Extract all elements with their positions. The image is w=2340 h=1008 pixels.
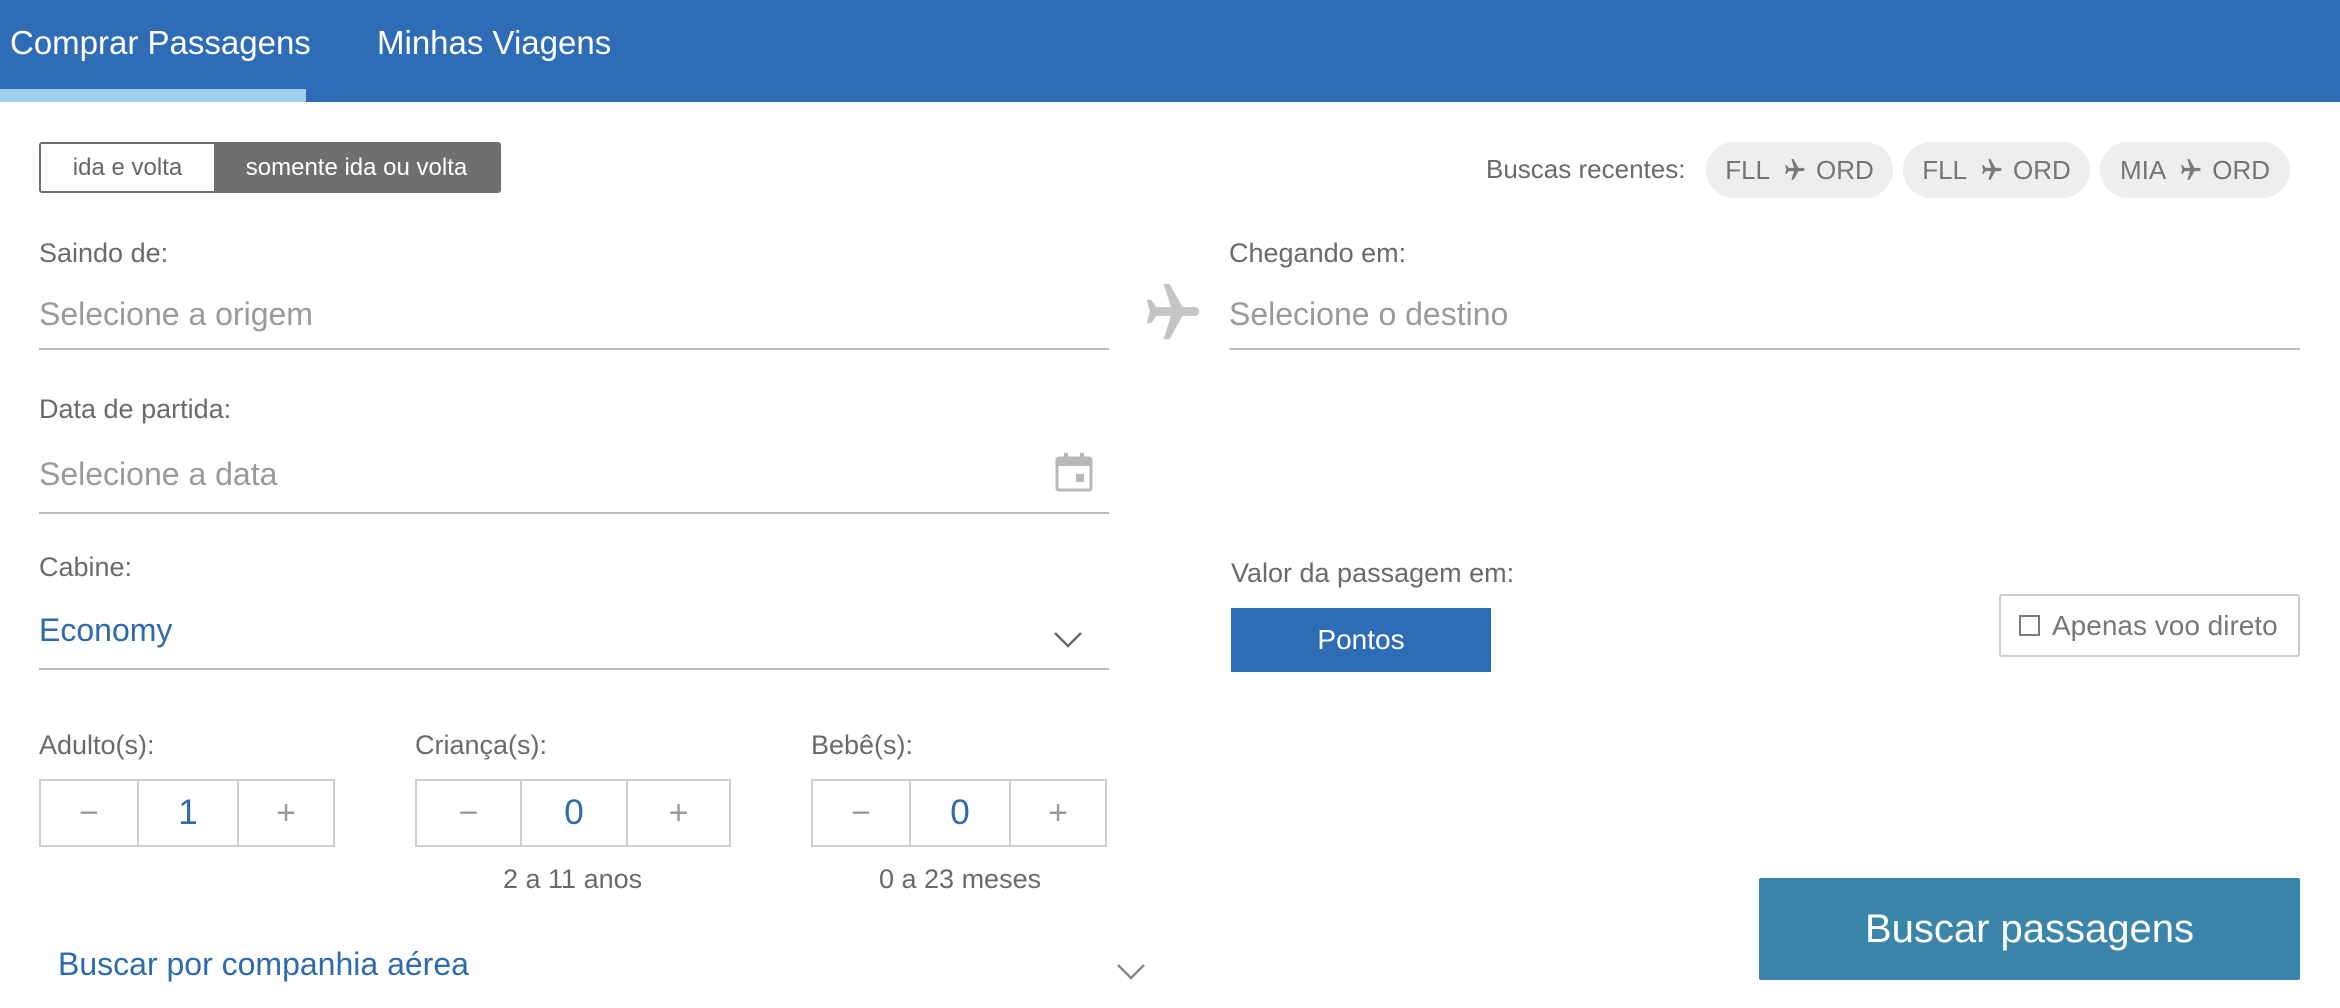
recent-search-from: MIA xyxy=(2119,154,2167,185)
cabin-selected-value: Economy xyxy=(39,612,173,648)
origin-label: Saindo de: xyxy=(39,238,169,268)
children-increment-button[interactable]: + xyxy=(628,781,729,845)
plane-icon xyxy=(1982,159,2002,180)
infants-stepper: − 0 + xyxy=(811,779,1107,847)
departure-date-field xyxy=(39,436,1109,514)
infants-count: 0 xyxy=(909,781,1011,845)
cabin-label: Cabine: xyxy=(39,552,133,582)
plane-icon xyxy=(2181,159,2201,180)
chevron-down-icon xyxy=(1054,632,1082,648)
top-nav: Comprar Passagens Minhas Viagens xyxy=(0,0,2340,102)
plane-icon xyxy=(1785,159,1805,180)
cabin-select[interactable]: Economy xyxy=(39,596,1109,670)
origin-input[interactable] xyxy=(39,280,1109,348)
recent-search-chip[interactable]: MIA ORD xyxy=(2100,142,2290,198)
adults-count: 1 xyxy=(137,781,239,845)
departure-date-input[interactable] xyxy=(39,436,1109,512)
recent-search-from: FLL xyxy=(1725,154,1771,185)
adults-decrement-button[interactable]: − xyxy=(41,781,137,845)
trip-type-toggle: ida e volta somente ida ou volta xyxy=(39,142,501,193)
trip-type-one-way[interactable]: somente ida ou volta xyxy=(214,144,499,191)
tab-minhas-viagens[interactable]: Minhas Viagens xyxy=(377,0,611,102)
direct-flight-label: Apenas voo direto xyxy=(2052,609,2278,641)
recent-search-to: ORD xyxy=(2013,154,2071,185)
plane-icon xyxy=(1146,283,1200,340)
destination-input[interactable] xyxy=(1229,280,2300,348)
recent-search-from: FLL xyxy=(1922,154,1968,185)
recent-searches-label: Buscas recentes: xyxy=(1486,154,1686,184)
active-tab-indicator xyxy=(0,89,306,102)
search-flights-button[interactable]: Buscar passagens xyxy=(1759,878,2300,980)
infants-age-hint: 0 a 23 meses xyxy=(879,864,1042,894)
children-decrement-button[interactable]: − xyxy=(417,781,520,845)
direct-flight-checkbox[interactable]: Apenas voo direto xyxy=(1999,594,2300,657)
recent-search-chip[interactable]: FLL ORD xyxy=(1903,142,2090,198)
search-by-airline-link[interactable]: Buscar por companhia aérea xyxy=(58,946,469,983)
calendar-icon[interactable] xyxy=(1055,452,1093,492)
recent-search-to: ORD xyxy=(1816,154,1874,185)
recent-search-chip[interactable]: FLL ORD xyxy=(1706,142,1893,198)
infants-increment-button[interactable]: + xyxy=(1011,781,1105,845)
children-age-hint: 2 a 11 anos xyxy=(503,864,643,894)
origin-field xyxy=(39,280,1109,350)
children-count: 0 xyxy=(520,781,628,845)
adults-stepper: − 1 + xyxy=(39,779,335,847)
chevron-down-icon[interactable] xyxy=(1116,962,1146,982)
recent-search-to: ORD xyxy=(2212,154,2270,185)
adults-label: Adulto(s): xyxy=(39,730,155,760)
checkbox-box[interactable] xyxy=(2019,615,2040,636)
tab-comprar-passagens[interactable]: Comprar Passagens xyxy=(10,0,311,102)
infants-decrement-button[interactable]: − xyxy=(813,781,909,845)
price-type-label: Valor da passagem em: xyxy=(1231,558,1515,588)
children-stepper: − 0 + xyxy=(415,779,731,847)
adults-increment-button[interactable]: + xyxy=(239,781,333,845)
destination-label: Chegando em: xyxy=(1229,238,1407,268)
price-type-points-button[interactable]: Pontos xyxy=(1231,608,1491,672)
children-label: Criança(s): xyxy=(415,730,548,760)
departure-date-label: Data de partida: xyxy=(39,394,232,424)
trip-type-round-trip[interactable]: ida e volta xyxy=(41,144,214,191)
destination-field xyxy=(1229,280,2300,350)
infants-label: Bebê(s): xyxy=(811,730,914,760)
